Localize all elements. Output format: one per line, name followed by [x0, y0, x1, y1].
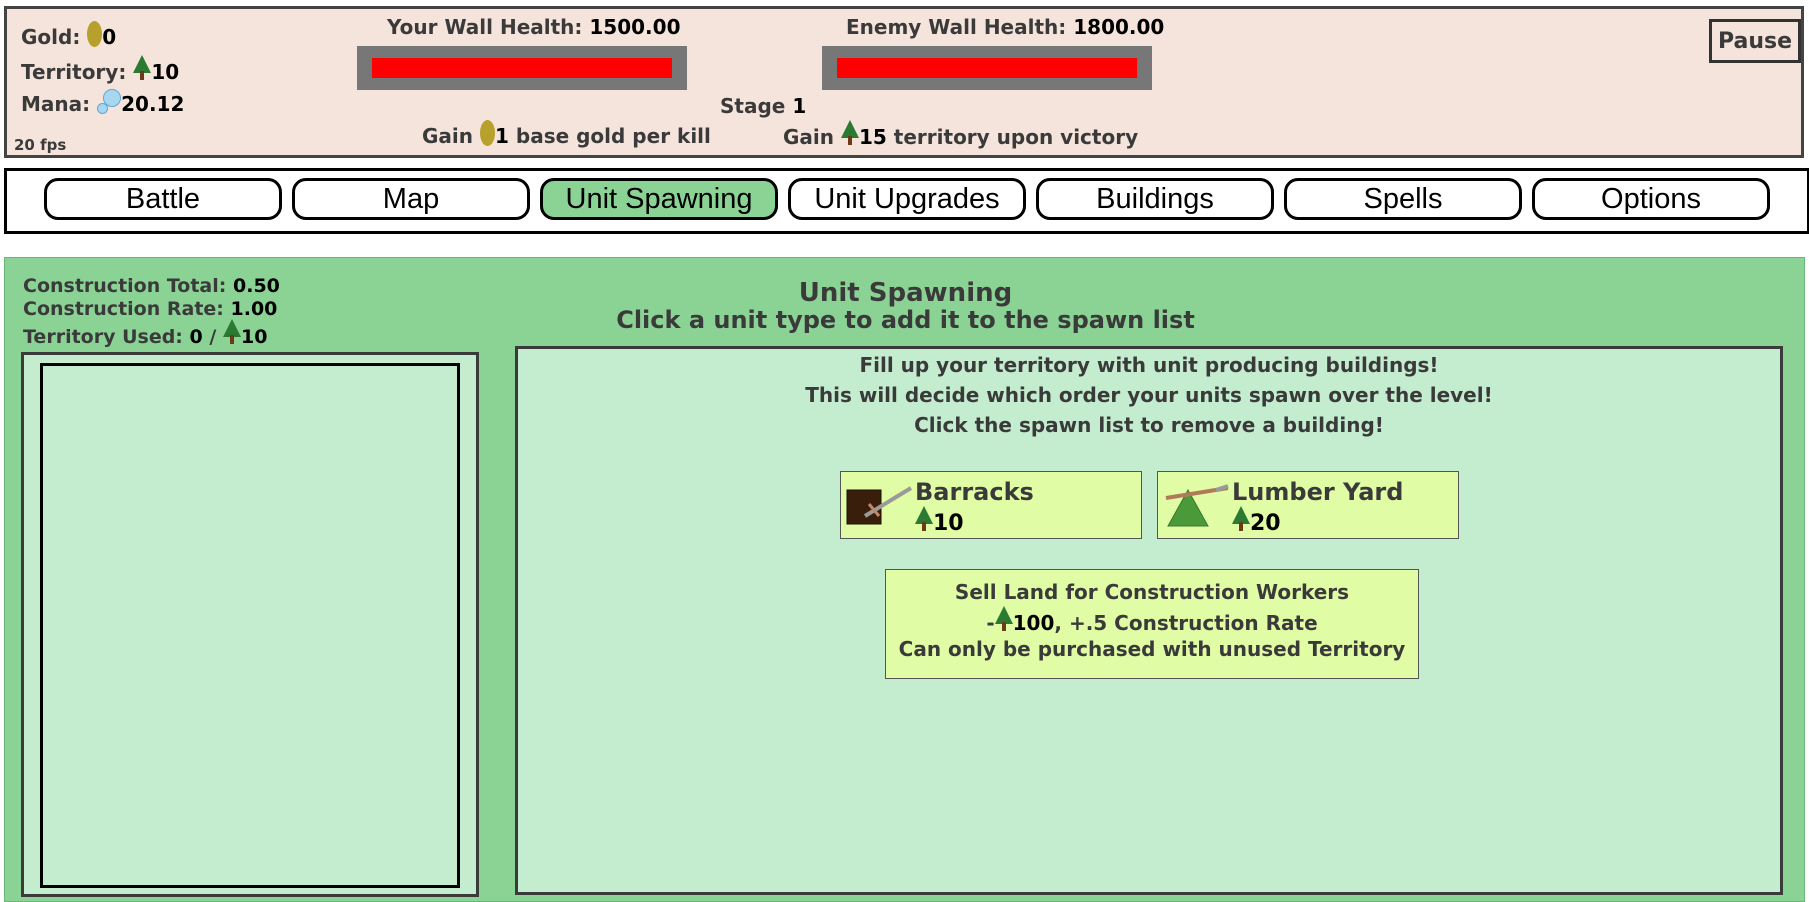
spawn-list[interactable]	[40, 363, 460, 888]
sell-land-cost-suffix: , +.5 Construction Rate	[1054, 611, 1318, 635]
tab-unit-spawning[interactable]: Unit Spawning	[540, 178, 778, 220]
gold-value: 0	[102, 25, 117, 49]
gold-coin-icon	[479, 120, 495, 146]
sell-land-title: Sell Land for Construction Workers	[954, 580, 1350, 604]
enemy-wall-healthbar	[822, 46, 1152, 90]
territory-reward-prefix: Gain	[783, 125, 835, 149]
sell-land-cost-value: 100	[1012, 611, 1055, 635]
your-wall-value: 1500.00	[589, 15, 681, 39]
territory-reward-value: 15	[858, 125, 887, 149]
building-selection-panel: Fill up your territory with unit produci…	[515, 346, 1783, 895]
mana-value: 20.12	[121, 92, 185, 116]
mana-label: Mana:	[21, 92, 91, 116]
info-line: Fill up your territory with unit produci…	[859, 353, 1439, 377]
enemy-wall-health-fill	[837, 58, 1137, 78]
barracks-icon	[846, 486, 913, 525]
tree-icon	[840, 120, 859, 146]
stage-value: 1	[792, 94, 807, 118]
gold-reward-prefix: Gain	[422, 124, 474, 148]
territory-reward-suffix: territory upon victory	[893, 125, 1139, 149]
lumber-yard-icon	[1165, 484, 1229, 527]
tab-buildings[interactable]: Buildings	[1036, 178, 1274, 220]
tree-icon	[994, 606, 1013, 632]
building-card-lumber-yard[interactable]: Lumber Yard 20	[1157, 471, 1459, 539]
building-name: Barracks	[915, 478, 1034, 506]
tab-battle[interactable]: Battle	[44, 178, 282, 220]
fps-counter: 20 fps	[14, 136, 67, 154]
unit-spawning-screen: Construction Total: 0.50 Construction Ra…	[4, 257, 1805, 902]
enemy-wall-value: 1800.00	[1073, 15, 1165, 39]
stage-label: Stage	[720, 94, 786, 118]
territory-value: 10	[151, 60, 180, 84]
info-line: Click the spawn list to remove a buildin…	[914, 413, 1384, 437]
gold-reward: Gain 1 base gold per kill	[422, 120, 711, 148]
stage-indicator: Stage 1	[720, 94, 806, 118]
building-cost: 20	[1232, 506, 1281, 536]
top-status-bar: Gold: 0 Territory: 10 Mana: 20.12 20 fps…	[4, 6, 1804, 158]
info-line: This will decide which order your units …	[805, 383, 1493, 407]
gold-reward-value: 1	[494, 124, 509, 148]
building-cost-value: 20	[1250, 511, 1281, 536]
your-wall-health: Your Wall Health: 1500.00	[387, 15, 680, 39]
your-wall-healthbar	[357, 46, 687, 90]
page-subtitle: Click a unit type to add it to the spawn…	[616, 306, 1195, 334]
building-name: Lumber Yard	[1232, 478, 1404, 506]
tree-icon	[915, 506, 933, 532]
gold-coin-icon	[87, 21, 103, 47]
gold-reward-suffix: base gold per kill	[515, 124, 711, 148]
tab-options[interactable]: Options	[1532, 178, 1770, 220]
gold-label: Gold:	[21, 25, 81, 49]
your-wall-label: Your Wall Health:	[387, 15, 583, 39]
building-card-barracks[interactable]: Barracks 10	[840, 471, 1142, 539]
sell-land-button[interactable]: Sell Land for Construction Workers -100,…	[885, 569, 1419, 679]
sell-land-cost-prefix: -	[986, 611, 995, 635]
tab-map[interactable]: Map	[292, 178, 530, 220]
enemy-wall-health: Enemy Wall Health: 1800.00	[846, 15, 1164, 39]
tree-icon	[133, 55, 152, 81]
spawn-list-container	[21, 352, 479, 897]
building-cost: 10	[915, 506, 964, 536]
tab-bar: Battle Map Unit Spawning Unit Upgrades B…	[4, 168, 1809, 234]
territory-stat: Territory: 10	[21, 55, 179, 84]
tab-unit-upgrades[interactable]: Unit Upgrades	[788, 178, 1026, 220]
territory-label: Territory:	[21, 60, 127, 84]
pause-button[interactable]: Pause	[1709, 19, 1801, 63]
tree-icon	[1232, 506, 1250, 532]
tab-spells[interactable]: Spells	[1284, 178, 1522, 220]
enemy-wall-label: Enemy Wall Health:	[846, 15, 1067, 39]
building-cost-value: 10	[933, 511, 964, 536]
mana-stat: Mana: 20.12	[21, 89, 184, 116]
territory-reward: Gain 15 territory upon victory	[783, 120, 1138, 149]
your-wall-health-fill	[372, 58, 672, 78]
gold-stat: Gold: 0	[21, 21, 116, 49]
page-title: Unit Spawning	[798, 278, 1013, 308]
sell-land-note: Can only be purchased with unused Territ…	[898, 637, 1406, 661]
mana-bubble-icon	[97, 89, 122, 115]
sell-land-cost: -100, +.5 Construction Rate	[886, 606, 1418, 635]
